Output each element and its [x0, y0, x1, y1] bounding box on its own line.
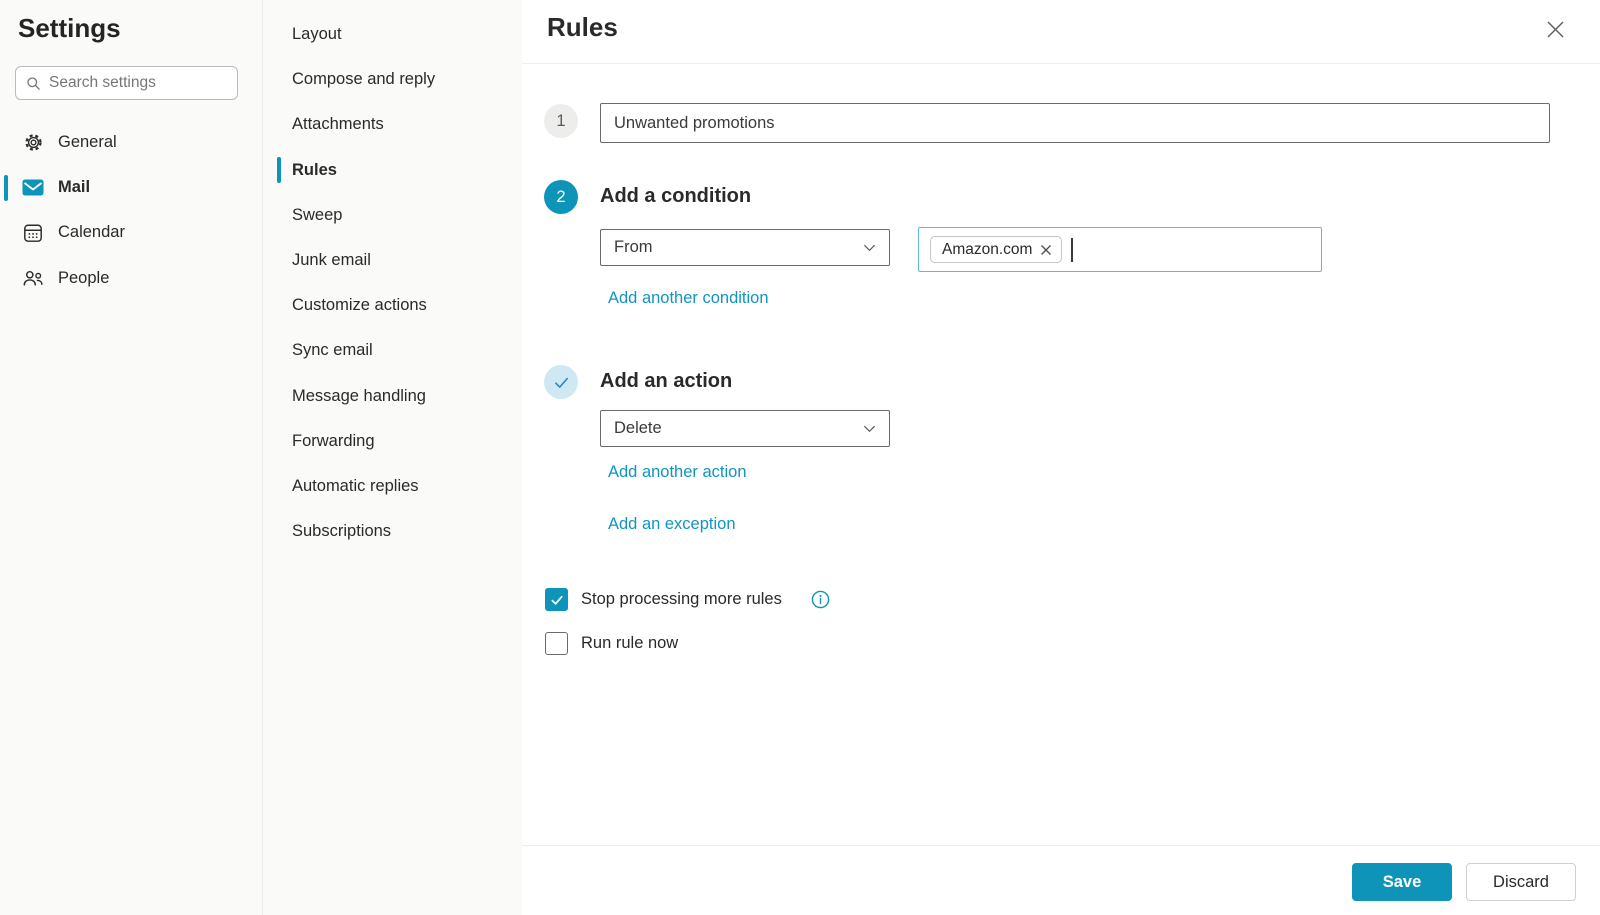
search-input[interactable]: [49, 74, 227, 92]
step-2-badge: 2: [544, 180, 578, 214]
subnav-item-label: Sync email: [292, 341, 373, 360]
settings-title: Settings: [18, 13, 121, 44]
close-icon: [1546, 20, 1565, 39]
discard-button[interactable]: Discard: [1466, 863, 1576, 901]
settings-sidebar: Settings General: [0, 0, 263, 915]
add-exception-link[interactable]: Add an exception: [608, 515, 736, 534]
active-indicator: [277, 157, 281, 183]
sidebar-item-mail[interactable]: Mail: [0, 165, 262, 210]
sidebar-item-label: Mail: [58, 178, 90, 197]
page-title: Rules: [547, 12, 618, 43]
subnav-item-automatic-replies[interactable]: Automatic replies: [263, 464, 522, 509]
subnav-item-label: Layout: [292, 25, 342, 44]
action-type-dropdown[interactable]: Delete: [600, 410, 890, 447]
add-another-action-link[interactable]: Add another action: [608, 463, 747, 482]
sidebar-item-people[interactable]: People: [0, 256, 262, 301]
subnav-item-compose-and-reply[interactable]: Compose and reply: [263, 57, 522, 102]
header-divider: [522, 63, 1600, 64]
subnav-item-message-handling[interactable]: Message handling: [263, 374, 522, 419]
people-icon: [22, 267, 44, 289]
subnav-item-customize-actions[interactable]: Customize actions: [263, 283, 522, 328]
sidebar-item-general[interactable]: General: [0, 120, 262, 165]
chip-label: Amazon.com: [942, 241, 1032, 259]
text-caret: [1071, 238, 1073, 262]
chevron-down-icon: [862, 240, 877, 255]
subnav-item-label: Automatic replies: [292, 477, 419, 496]
search-icon: [26, 76, 41, 91]
info-icon[interactable]: [811, 590, 830, 609]
settings-search[interactable]: [15, 66, 238, 100]
condition-type-dropdown[interactable]: From: [600, 229, 890, 266]
stop-processing-checkbox[interactable]: [545, 588, 568, 611]
add-condition-heading: Add a condition: [600, 185, 751, 208]
action-type-value: Delete: [614, 419, 662, 438]
subnav-item-layout[interactable]: Layout: [263, 12, 522, 57]
checkbox-label: Stop processing more rules: [581, 590, 782, 609]
add-action-heading: Add an action: [600, 370, 732, 393]
subnav-item-attachments[interactable]: Attachments: [263, 102, 522, 147]
subnav-item-label: Compose and reply: [292, 70, 435, 89]
sidebar-item-label: General: [58, 133, 117, 152]
subnav-item-label: Attachments: [292, 115, 384, 134]
condition-value-chip[interactable]: Amazon.com: [930, 236, 1062, 263]
subnav-item-label: Customize actions: [292, 296, 427, 315]
add-another-condition-link[interactable]: Add another condition: [608, 289, 769, 308]
subnav-item-label: Message handling: [292, 387, 426, 406]
gear-icon: [22, 132, 44, 154]
subnav-item-forwarding[interactable]: Forwarding: [263, 419, 522, 464]
subnav-item-label: Rules: [292, 161, 337, 180]
sidebar-item-label: People: [58, 269, 109, 288]
rule-name-input[interactable]: [600, 103, 1550, 143]
run-rule-now-checkbox[interactable]: [545, 632, 568, 655]
sidebar-nav: General Mail Calen: [0, 120, 262, 301]
sidebar-item-label: Calendar: [58, 223, 125, 242]
chevron-down-icon: [862, 421, 877, 436]
subnav-item-label: Junk email: [292, 251, 371, 270]
step-number: 2: [556, 188, 565, 207]
active-indicator: [4, 175, 8, 201]
subnav-item-sync-email[interactable]: Sync email: [263, 328, 522, 373]
subnav-item-rules[interactable]: Rules: [263, 148, 522, 193]
step-1-badge: 1: [544, 104, 578, 138]
remove-chip-icon[interactable]: [1040, 244, 1052, 256]
mail-icon: [22, 177, 44, 199]
check-icon: [550, 593, 564, 607]
calendar-icon: [22, 222, 44, 244]
checkbox-label: Run rule now: [581, 634, 678, 653]
check-icon: [553, 374, 570, 391]
condition-type-value: From: [614, 238, 653, 257]
step-3-badge: [544, 365, 578, 399]
subnav-item-label: Forwarding: [292, 432, 375, 451]
condition-value-input[interactable]: Amazon.com: [918, 227, 1322, 272]
subnav-item-junk-email[interactable]: Junk email: [263, 238, 522, 283]
stop-processing-row: Stop processing more rules: [545, 588, 830, 611]
subnav-item-label: Sweep: [292, 206, 342, 225]
subnav-item-subscriptions[interactable]: Subscriptions: [263, 509, 522, 554]
rules-panel: Rules 1 2 Add a condition From Amazon.co…: [522, 0, 1600, 915]
close-button[interactable]: [1542, 16, 1568, 42]
step-number: 1: [556, 112, 565, 131]
subnav-item-label: Subscriptions: [292, 522, 391, 541]
run-rule-now-row: Run rule now: [545, 632, 678, 655]
sidebar-item-calendar[interactable]: Calendar: [0, 210, 262, 255]
footer-divider: [522, 845, 1600, 846]
save-button[interactable]: Save: [1352, 863, 1452, 901]
mail-settings-subnav: Layout Compose and reply Attachments Rul…: [263, 0, 522, 915]
subnav-item-sweep[interactable]: Sweep: [263, 193, 522, 238]
